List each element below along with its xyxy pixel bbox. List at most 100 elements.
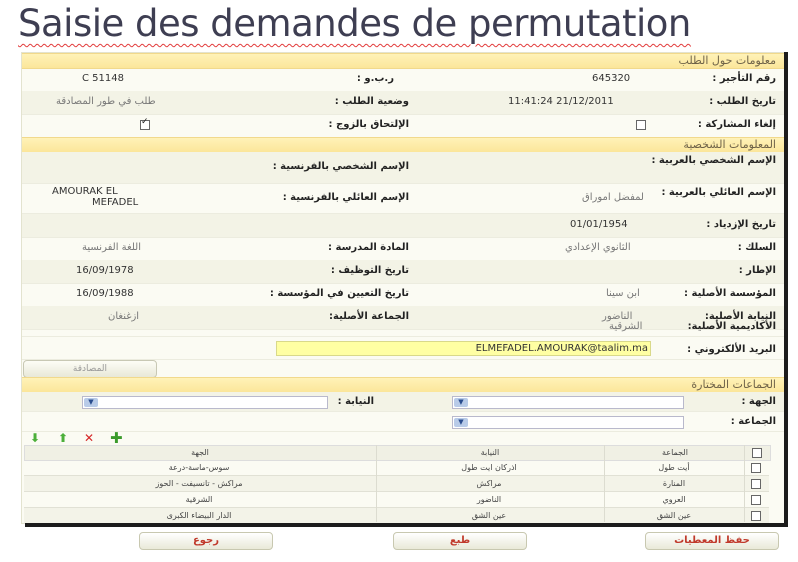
section-chosen: الجماعات المختارة — [22, 377, 784, 393]
print-button[interactable]: طبع — [393, 532, 527, 550]
row-checkbox[interactable] — [751, 495, 761, 505]
row-cancel: إلغاء المشاركة : الإلتحاق بالزوج : — [22, 114, 784, 138]
table-row[interactable]: العروي الناضور الشرقية — [24, 492, 769, 508]
chevron-down-icon: ▼ — [454, 418, 468, 427]
cell-delegation: مراكش — [476, 479, 502, 488]
row-rank: رقم التأجير : 645320 ر.ب.و : C 51148 — [22, 68, 784, 92]
date-label: تاريخ الطلب : — [709, 96, 776, 107]
row-checkbox[interactable] — [751, 463, 761, 473]
region-select[interactable]: ▼ — [452, 396, 684, 409]
date-value: 11:41:24 21/12/2011 — [508, 96, 614, 107]
delegation-select[interactable]: ▼ — [82, 396, 328, 409]
table-row[interactable]: عين الشق عين الشق الدار البيضاء الكبرى — [24, 508, 769, 524]
subject-value: اللغة الفرنسية — [82, 242, 141, 253]
cancel-checkbox[interactable] — [636, 120, 646, 130]
page-title: Saisie des demandes de permutation — [18, 2, 691, 45]
fname-ar-label: الإسم الشخصي بالعربية : — [651, 155, 776, 166]
cell-delegation: الناضور — [476, 495, 502, 504]
select-all-checkbox[interactable] — [752, 448, 762, 458]
row-academy — [22, 314, 784, 337]
grid-divider — [376, 445, 377, 522]
chosen-commune-label: الجماعة : — [730, 416, 776, 427]
back-button[interactable]: رجوع — [139, 532, 273, 550]
lname-fr-value-2: MEFADEL — [92, 197, 139, 208]
form-shadow-bottom — [25, 523, 788, 527]
row-commune: الجماعة : ▼ — [22, 412, 784, 432]
corps-label: السلك : — [737, 242, 776, 253]
grid-divider — [744, 445, 745, 522]
cell-region: مراكش - تانسيفت - الحوز — [155, 479, 243, 488]
lname-fr-label: الإسم العائلي بالفرنسية : — [282, 192, 409, 203]
school-label: المؤسسة الأصلية : — [684, 288, 776, 299]
row-last-name: الإسم العائلي بالعربية : لمفضل اموراق ال… — [22, 184, 784, 214]
spouse-label: الإلتحاق بالزوج : — [328, 119, 409, 130]
lname-fr-value-1: AMOURAK EL — [52, 186, 118, 197]
row-frame: الإطار : تاريخ التوظيف : 16/09/1978 — [22, 260, 784, 284]
header-region: الجهة — [191, 448, 209, 457]
chosen-delegation-label: النيابة : — [337, 396, 374, 407]
row-checkbox[interactable] — [751, 479, 761, 489]
rbo-value: C 51148 — [82, 73, 124, 84]
cell-commune: أيت طول — [658, 463, 690, 472]
cell-delegation: عين الشق — [471, 511, 507, 520]
save-button[interactable]: حفظ المعطيات — [645, 532, 779, 550]
commune-select[interactable]: ▼ — [452, 416, 684, 429]
email-label: البريد الألكتروني : — [687, 344, 776, 355]
corps-value: الثانوي الإعدادي — [565, 242, 631, 253]
cell-commune: عين الشق — [656, 511, 692, 520]
status-value: طلب في طور المصادقة — [56, 96, 156, 107]
arrow-up-icon[interactable]: ⬆ — [58, 431, 68, 445]
cancel-label: إلغاء المشاركة : — [697, 119, 776, 130]
cell-commune: العروي — [662, 495, 686, 504]
rank-value: 645320 — [592, 73, 631, 84]
region-label: الجهة : — [741, 396, 776, 407]
status-label: وضعية الطلب : — [334, 96, 409, 107]
frame-label: الإطار : — [738, 265, 776, 276]
grid-header: الجماعة النيابة الجهة — [24, 445, 771, 461]
row-date: تاريخ الطلب : 11:41:24 21/12/2011 وضعية … — [22, 91, 784, 115]
school-value: ابن سينا — [606, 288, 640, 299]
appoint-label: تاريخ التعيين في المؤسسة : — [269, 288, 409, 299]
row-checkbox[interactable] — [751, 511, 761, 521]
grid-divider — [604, 445, 605, 522]
section-personal-info: المعلومات الشخصية — [22, 137, 784, 153]
table-row[interactable]: أيت طول اذركان ايت طول سوس-ماسة-درعة — [24, 460, 769, 476]
lname-ar-value: لمفضل اموراق — [582, 192, 644, 203]
rbo-label: ر.ب.و : — [356, 73, 394, 84]
rank-label: رقم التأجير : — [712, 73, 776, 84]
arrow-down-icon[interactable]: ⬇ — [30, 431, 40, 445]
header-commune: الجماعة — [662, 448, 688, 457]
academy-value: الشرقية — [609, 321, 643, 332]
hire-value: 16/09/1978 — [76, 265, 134, 276]
section-title: الجماعات المختارة — [691, 378, 776, 391]
chevron-down-icon: ▼ — [84, 398, 98, 407]
cell-region: الشرقية — [185, 495, 213, 504]
permutation-form: معلومات حول الطلب رقم التأجير : 645320 ر… — [21, 52, 785, 524]
fname-fr-label: الإسم الشخصي بالفرنسية : — [272, 161, 409, 172]
cell-commune: المنارة — [662, 479, 686, 488]
section-title: معلومات حول الطلب — [678, 54, 776, 67]
subject-label: المادة المدرسة : — [328, 242, 409, 253]
section-title: المعلومات الشخصية — [683, 138, 776, 151]
row-school: المؤسسة الأصلية : ابن سينا تاريخ التعيين… — [22, 283, 784, 307]
row-region: الجهة : ▼ النيابة : ▼ — [22, 392, 784, 412]
appoint-value: 16/09/1988 — [76, 288, 134, 299]
chevron-down-icon: ▼ — [454, 398, 468, 407]
email-input[interactable]: ELMEFADEL.AMOURAK@taalim.ma — [276, 341, 651, 356]
row-birth: تاريخ الإزدياد : 01/01/1954 — [22, 214, 784, 238]
header-delegation: النيابة — [480, 448, 500, 457]
validate-button[interactable]: المصادقة — [23, 360, 157, 378]
section-request-info: معلومات حول الطلب — [22, 53, 784, 69]
table-row[interactable]: المنارة مراكش مراكش - تانسيفت - الحوز — [24, 476, 769, 492]
row-first-name: الإسم الشخصي بالعربية : الإسم الشخصي بال… — [22, 152, 784, 184]
delete-icon[interactable]: ✕ — [84, 431, 94, 445]
cell-delegation: اذركان ايت طول — [461, 463, 517, 472]
cell-region: سوس-ماسة-درعة — [168, 463, 230, 472]
hire-label: تاريخ التوظيف : — [330, 265, 409, 276]
birth-label: تاريخ الإزدياد : — [706, 219, 776, 230]
form-shadow-right — [784, 52, 788, 527]
lname-ar-label: الإسم العائلي بالعربية : — [661, 187, 776, 198]
row-corps: السلك : الثانوي الإعدادي المادة المدرسة … — [22, 237, 784, 261]
spouse-checkbox[interactable] — [140, 117, 150, 130]
academy-label: الأكاديمية الأصلية: — [687, 321, 776, 332]
